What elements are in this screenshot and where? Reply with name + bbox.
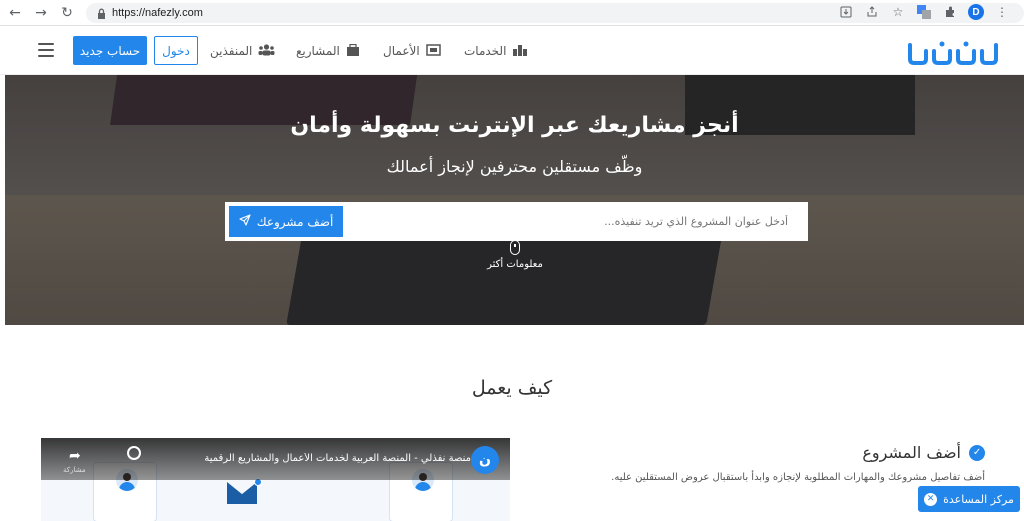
- profile-avatar[interactable]: D: [968, 4, 984, 20]
- nav-freelancers[interactable]: المنفذين: [210, 41, 275, 61]
- back-icon[interactable]: ←: [4, 2, 26, 24]
- translate-icon[interactable]: [916, 4, 932, 20]
- check-circle-icon: ✓: [969, 444, 985, 461]
- step-heading: ✓ أضف المشروع: [540, 443, 985, 462]
- help-center-button[interactable]: مركز المساعدة ✕: [918, 486, 1020, 512]
- envelope-icon: [227, 482, 257, 504]
- share-icon[interactable]: [864, 4, 880, 20]
- nav-portfolio-label: الأعمال: [383, 44, 420, 58]
- share-arrow-icon[interactable]: ➦: [69, 448, 81, 464]
- step-add-project: ✓ أضف المشروع أضف تفاصيل مشروعك والمهارا…: [540, 443, 985, 483]
- address-bar[interactable]: https://nafezly.com ☆ D ⋮: [86, 3, 1024, 23]
- forward-icon[interactable]: →: [30, 2, 52, 24]
- intro-video-player[interactable]: ن منصة نفذلي - المنصة العربية لخدمات الأ…: [41, 438, 510, 521]
- install-icon[interactable]: [838, 4, 854, 20]
- hamburger-menu-icon[interactable]: [38, 43, 54, 57]
- paper-plane-icon: [239, 214, 251, 229]
- browser-menu-icon[interactable]: ⋮: [994, 4, 1010, 20]
- hero-title: أنجز مشاريعك عبر الإنترنت بسهولة وأمان: [290, 113, 739, 138]
- help-center-label: مركز المساعدة: [943, 492, 1014, 506]
- more-info-label: معلومات أكثر: [487, 259, 543, 270]
- hero-subtitle: وظّف مستقلين محترفين لإنجاز أعمالك: [386, 157, 643, 176]
- signup-button[interactable]: حساب جديد: [73, 36, 147, 65]
- project-search-box: أضف مشروعك: [225, 202, 808, 241]
- bookmark-star-icon[interactable]: ☆: [890, 4, 906, 20]
- login-button[interactable]: دخول: [154, 36, 198, 65]
- video-title[interactable]: منصة نفذلي - المنصة العربية لخدمات الأعم…: [171, 453, 471, 464]
- close-x-icon[interactable]: ✕: [924, 492, 938, 506]
- add-project-button[interactable]: أضف مشروعك: [229, 206, 343, 237]
- nav-portfolio[interactable]: الأعمال: [383, 41, 441, 61]
- nav-services[interactable]: الخدمات: [464, 41, 528, 61]
- hero-banner: أنجز مشاريعك عبر الإنترنت بسهولة وأمان و…: [5, 75, 1024, 325]
- extensions-icon[interactable]: [942, 4, 958, 20]
- reload-icon[interactable]: ↻: [56, 2, 78, 24]
- project-title-input[interactable]: [345, 204, 806, 239]
- channel-logo-icon[interactable]: ن: [471, 446, 499, 474]
- step-title: أضف المشروع: [862, 443, 961, 462]
- nav-services-label: الخدمات: [464, 44, 507, 58]
- users-icon: [258, 43, 275, 59]
- lock-icon: [92, 8, 110, 19]
- nafezly-logo[interactable]: [904, 37, 1000, 67]
- nav-projects[interactable]: المشاريع: [296, 41, 360, 61]
- watch-later-icon[interactable]: [127, 446, 141, 460]
- step-description: أضف تفاصيل مشروعك والمهارات المطلوبة لإن…: [611, 472, 985, 483]
- portfolio-icon: [425, 43, 441, 59]
- services-icon: [512, 44, 528, 59]
- add-project-label: أضف مشروعك: [256, 214, 334, 229]
- briefcase-icon: [346, 43, 360, 59]
- more-info-link[interactable]: معلومات أكثر: [475, 240, 555, 270]
- url-text[interactable]: https://nafezly.com: [112, 7, 203, 19]
- site-header: الخدمات الأعمال المشاريع المنفذين دخول ح…: [0, 27, 1024, 75]
- video-share-label[interactable]: مشاركة: [63, 466, 86, 474]
- how-it-works-title: كيف يعمل: [471, 377, 553, 399]
- nav-freelancers-label: المنفذين: [210, 44, 253, 58]
- browser-toolbar: ← → ↻ https://nafezly.com ☆ D ⋮: [0, 0, 1024, 26]
- nav-projects-label: المشاريع: [296, 44, 340, 58]
- mouse-scroll-icon: [510, 240, 520, 255]
